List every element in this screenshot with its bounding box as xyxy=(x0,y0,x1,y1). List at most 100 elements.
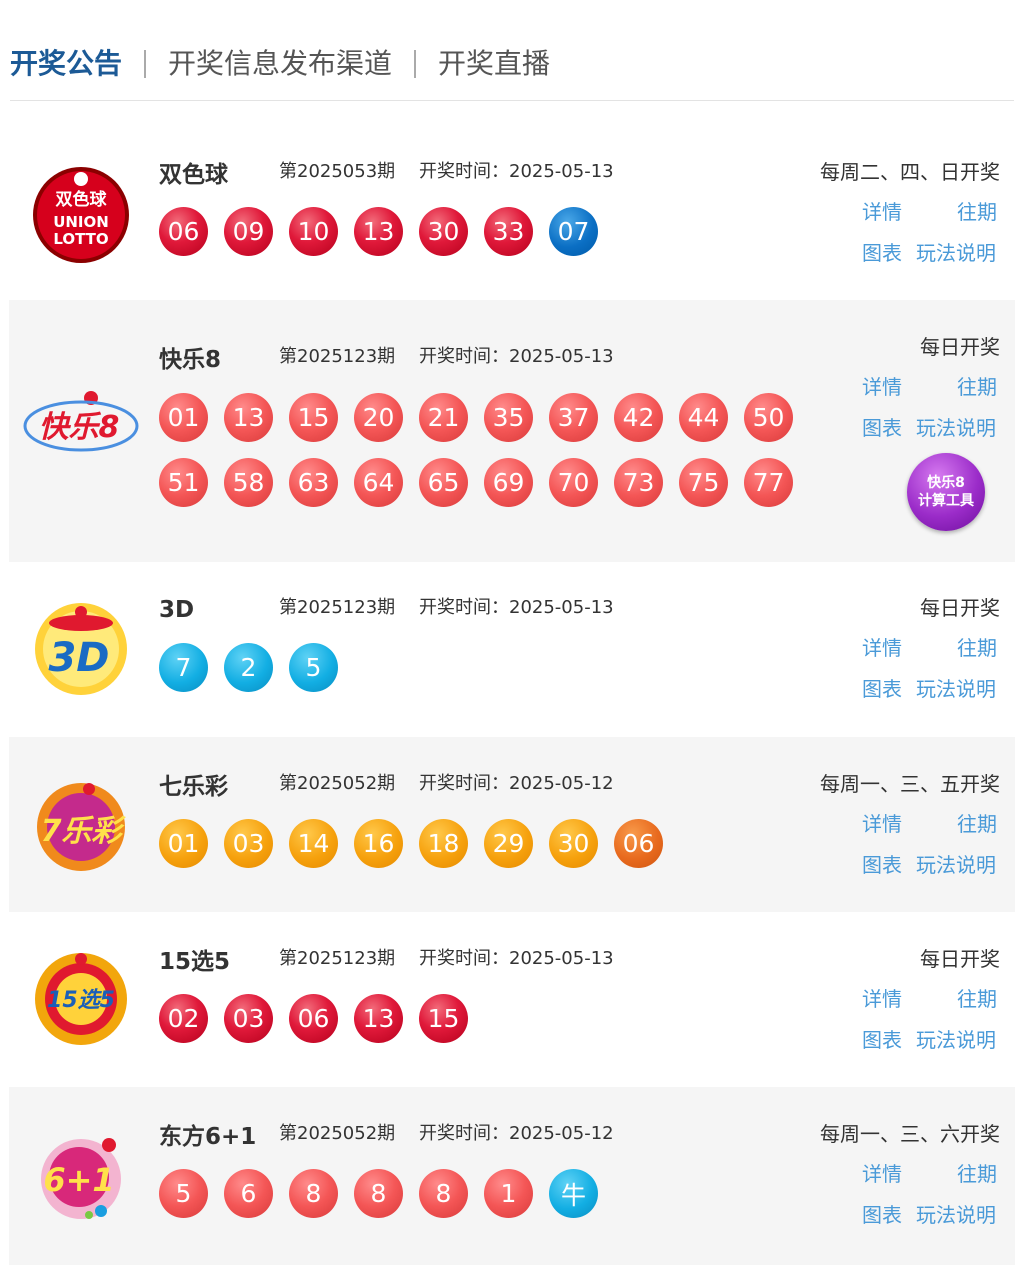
draw-time: 开奖时间：2025-05-13 xyxy=(419,948,614,969)
detail-link[interactable]: 详情 xyxy=(862,634,902,662)
number-ball: 69 xyxy=(484,458,533,507)
qlc-logo: 7乐彩 xyxy=(31,777,131,877)
tab-live-draw[interactable]: 开奖直播 xyxy=(438,39,550,89)
history-link[interactable]: 往期 xyxy=(957,373,997,401)
zodiac-ball: 牛 xyxy=(549,1169,598,1218)
number-ball: 35 xyxy=(484,393,533,442)
svg-text:双色球: 双色球 xyxy=(56,189,108,210)
svg-text:UNION: UNION xyxy=(53,213,109,231)
header-tabs: 开奖公告 开奖信息发布渠道 开奖直播 xyxy=(10,40,1014,101)
number-ball: 7 xyxy=(159,643,208,692)
lottery-row-ssq: 双色球 UNION LOTTO 双色球 第2025053期 开奖时间：2025-… xyxy=(9,125,1015,300)
number-ball: 01 xyxy=(159,393,208,442)
number-ball: 5 xyxy=(159,1169,208,1218)
draw-time: 开奖时间：2025-05-13 xyxy=(419,161,614,182)
svg-text:快乐8: 快乐8 xyxy=(39,410,120,445)
number-ball: 02 xyxy=(159,994,208,1043)
red-ball: 33 xyxy=(484,207,533,256)
svg-text:7乐彩: 7乐彩 xyxy=(41,814,127,849)
number-ball: 50 xyxy=(744,393,793,442)
df61-logo: 6+1 xyxy=(31,1127,131,1227)
rules-link[interactable]: 玩法说明 xyxy=(916,851,996,879)
tab-divider xyxy=(414,50,417,78)
chart-link[interactable]: 图表 xyxy=(862,239,902,267)
winning-numbers: 5 6 8 8 8 1 牛 xyxy=(159,1169,598,1218)
number-ball: 37 xyxy=(549,393,598,442)
number-ball: 20 xyxy=(354,393,403,442)
15x5-logo: 15选5 xyxy=(31,949,131,1049)
rules-link[interactable]: 玩法说明 xyxy=(916,414,996,442)
winning-numbers: 7 2 5 xyxy=(159,643,338,692)
rules-link[interactable]: 玩法说明 xyxy=(916,239,996,267)
number-ball: 18 xyxy=(419,819,468,868)
draw-schedule: 每周一、三、五开奖 xyxy=(820,772,1000,796)
number-ball: 42 xyxy=(614,393,663,442)
kl8-calculator-button[interactable]: 快乐8 计算工具 xyxy=(907,453,985,531)
tab-draw-channels[interactable]: 开奖信息发布渠道 xyxy=(168,39,392,89)
number-ball: 03 xyxy=(224,819,273,868)
number-ball: 01 xyxy=(159,819,208,868)
number-ball: 13 xyxy=(354,994,403,1043)
chart-link[interactable]: 图表 xyxy=(862,675,902,703)
detail-link[interactable]: 详情 xyxy=(862,985,902,1013)
tab-divider xyxy=(144,50,147,78)
draw-schedule: 每周二、四、日开奖 xyxy=(820,160,1000,184)
issue-number: 第2025052期 xyxy=(279,773,396,794)
history-link[interactable]: 往期 xyxy=(957,985,997,1013)
number-ball: 73 xyxy=(614,458,663,507)
number-ball: 15 xyxy=(289,393,338,442)
draw-schedule: 每周一、三、六开奖 xyxy=(820,1122,1000,1146)
number-ball: 5 xyxy=(289,643,338,692)
rules-link[interactable]: 玩法说明 xyxy=(916,1026,996,1054)
number-ball: 2 xyxy=(224,643,273,692)
calc-label-line2: 计算工具 xyxy=(918,493,974,509)
number-ball: 15 xyxy=(419,994,468,1043)
lottery-name: 快乐8 xyxy=(159,347,222,373)
number-ball: 14 xyxy=(289,819,338,868)
lottery-name: 七乐彩 xyxy=(159,774,228,800)
number-ball: 30 xyxy=(549,819,598,868)
chart-link[interactable]: 图表 xyxy=(862,414,902,442)
rules-link[interactable]: 玩法说明 xyxy=(916,1201,996,1229)
red-ball: 10 xyxy=(289,207,338,256)
detail-link[interactable]: 详情 xyxy=(862,373,902,401)
lottery-name: 双色球 xyxy=(159,162,228,188)
winning-numbers: 01 13 15 20 21 35 37 42 44 50 51 58 63 6… xyxy=(159,393,819,507)
rules-link[interactable]: 玩法说明 xyxy=(916,675,996,703)
chart-link[interactable]: 图表 xyxy=(862,1201,902,1229)
ssq-logo: 双色球 UNION LOTTO xyxy=(31,165,131,265)
detail-link[interactable]: 详情 xyxy=(862,1160,902,1188)
winning-numbers: 06 09 10 13 30 33 07 xyxy=(159,207,598,256)
number-ball: 16 xyxy=(354,819,403,868)
detail-link[interactable]: 详情 xyxy=(862,198,902,226)
special-ball: 06 xyxy=(614,819,663,868)
chart-link[interactable]: 图表 xyxy=(862,851,902,879)
tab-draw-announcement[interactable]: 开奖公告 xyxy=(10,39,122,89)
lottery-row-kl8: 快乐8 快乐8 第2025123期 开奖时间：2025-05-13 每日开奖 0… xyxy=(9,300,1015,562)
number-ball: 13 xyxy=(224,393,273,442)
chart-link[interactable]: 图表 xyxy=(862,1026,902,1054)
number-ball: 75 xyxy=(679,458,728,507)
red-ball: 13 xyxy=(354,207,403,256)
draw-time: 开奖时间：2025-05-13 xyxy=(419,597,614,618)
number-ball: 8 xyxy=(354,1169,403,1218)
lottery-name: 15选5 xyxy=(159,949,231,975)
lottery-name: 东方6+1 xyxy=(159,1124,257,1150)
history-link[interactable]: 往期 xyxy=(957,198,997,226)
issue-number: 第2025053期 xyxy=(279,161,396,182)
detail-link[interactable]: 详情 xyxy=(862,810,902,838)
winning-numbers: 02 03 06 13 15 xyxy=(159,994,468,1043)
issue-number: 第2025123期 xyxy=(279,948,396,969)
red-ball: 09 xyxy=(224,207,273,256)
number-ball: 06 xyxy=(289,994,338,1043)
history-link[interactable]: 往期 xyxy=(957,634,997,662)
number-ball: 63 xyxy=(289,458,338,507)
number-ball: 65 xyxy=(419,458,468,507)
history-link[interactable]: 往期 xyxy=(957,1160,997,1188)
number-ball: 21 xyxy=(419,393,468,442)
history-link[interactable]: 往期 xyxy=(957,810,997,838)
number-ball: 64 xyxy=(354,458,403,507)
number-ball: 29 xyxy=(484,819,533,868)
issue-number: 第2025052期 xyxy=(279,1123,396,1144)
number-ball: 70 xyxy=(549,458,598,507)
